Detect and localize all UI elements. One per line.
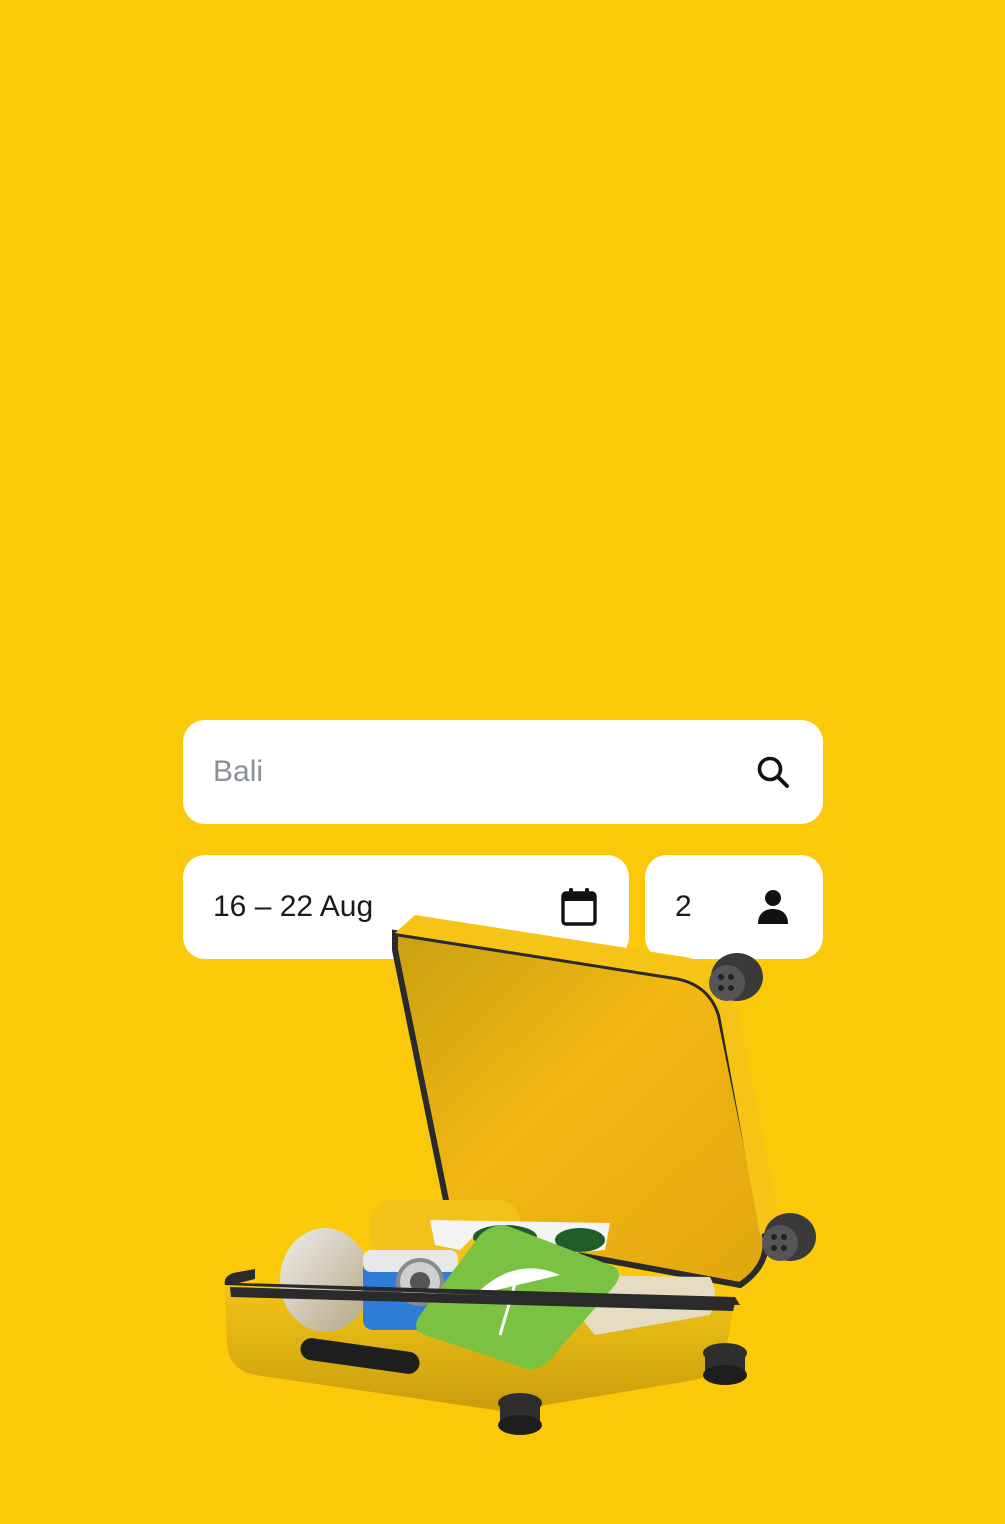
- search-icon[interactable]: [753, 752, 793, 792]
- destination-search-input[interactable]: [213, 755, 753, 789]
- suitcase-wheel: [703, 1343, 747, 1385]
- suitcase-wheel: [498, 1393, 542, 1435]
- open-suitcase-illustration: [224, 915, 816, 1435]
- suitcase-wheel: [709, 953, 763, 1001]
- destination-search-field[interactable]: [183, 720, 823, 824]
- hat-item: [280, 1228, 370, 1332]
